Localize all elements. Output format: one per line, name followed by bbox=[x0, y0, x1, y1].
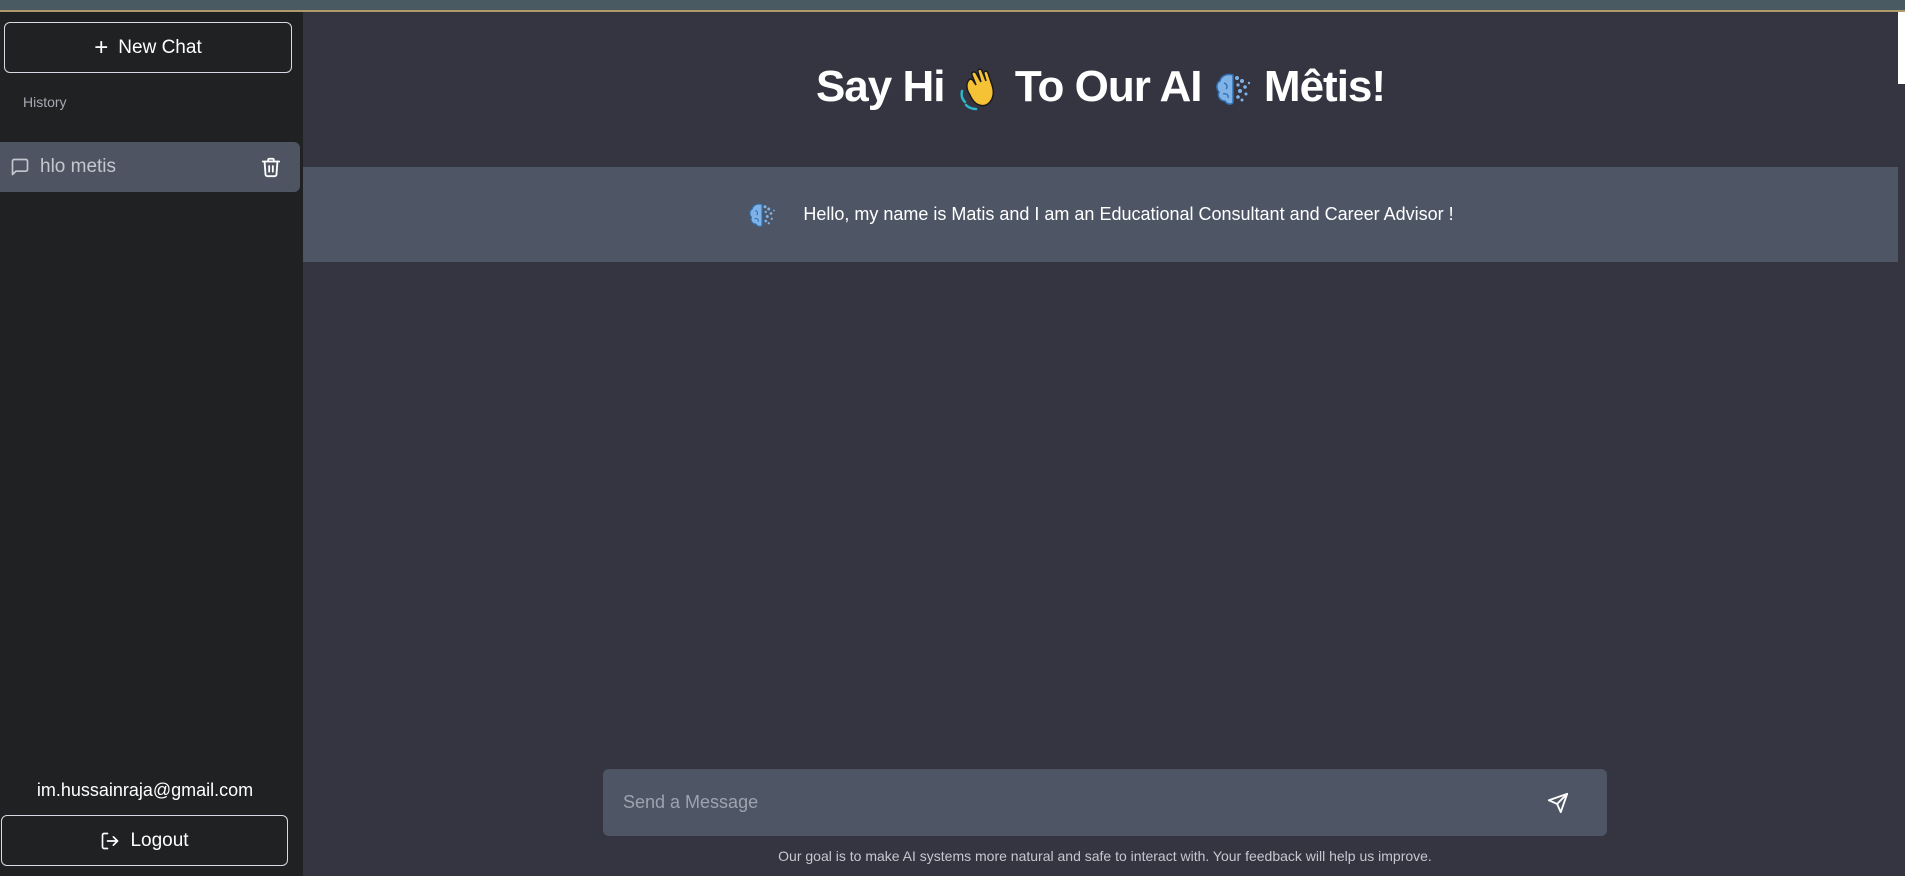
logout-icon bbox=[102, 832, 119, 849]
history-item[interactable]: hlo metis bbox=[0, 142, 300, 192]
page-title: Say Hi To Our AI Mêtis! bbox=[303, 62, 1898, 113]
scrollbar-thumb[interactable] bbox=[1898, 12, 1905, 84]
message-text: Hello, my name is Matis and I am an Educ… bbox=[803, 204, 1454, 224]
brain-icon bbox=[1215, 74, 1250, 106]
title-part-1: Say Hi bbox=[815, 62, 946, 111]
new-chat-label: New Chat bbox=[118, 36, 202, 58]
assistant-message: Hello, my name is Matis and I am an Educ… bbox=[303, 167, 1898, 262]
user-email: im.hussainraja@gmail.com bbox=[36, 780, 254, 800]
waving-hand-icon bbox=[960, 68, 994, 111]
history-heading: History bbox=[23, 94, 67, 110]
sidebar: + New Chat History hlo metis im.hussainr… bbox=[0, 12, 303, 876]
brain-icon bbox=[749, 202, 776, 227]
send-icon[interactable] bbox=[1547, 792, 1569, 814]
chat-bubble-icon bbox=[11, 158, 29, 176]
history-item-label: hlo metis bbox=[40, 156, 117, 177]
message-composer bbox=[603, 769, 1607, 836]
trash-icon[interactable] bbox=[260, 156, 282, 178]
window-top-bar bbox=[0, 0, 1905, 12]
new-chat-button[interactable]: + New Chat bbox=[4, 22, 292, 73]
footer-disclaimer: Our goal is to make AI systems more natu… bbox=[778, 848, 1432, 864]
title-part-3: Mêtis! bbox=[1263, 62, 1386, 111]
logout-label: Logout bbox=[130, 829, 189, 851]
title-part-2: To Our AI bbox=[1014, 62, 1203, 111]
plus-icon: + bbox=[94, 33, 109, 61]
message-input[interactable] bbox=[623, 792, 1547, 813]
logout-button[interactable]: Logout bbox=[1, 815, 288, 866]
